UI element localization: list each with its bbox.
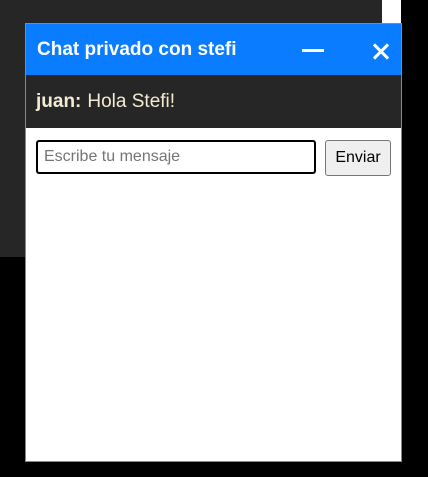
background-strip [382, 0, 401, 24]
close-icon[interactable] [370, 38, 392, 60]
minimize-icon[interactable] [302, 39, 324, 57]
chat-title: Chat privado con stefi [37, 38, 237, 60]
message-input[interactable] [36, 140, 316, 174]
send-button[interactable]: Enviar [325, 140, 391, 176]
message-text: Hola Stefi! [87, 90, 176, 112]
message-list: juan: Hola Stefi! [26, 75, 401, 128]
private-chat-window: Chat privado con stefi juan: Hola Stefi! … [25, 23, 402, 462]
message-author: juan: [36, 90, 82, 112]
chat-header: Chat privado con stefi [26, 24, 401, 75]
compose-area: Enviar [26, 128, 401, 188]
message-item: juan: Hola Stefi! [36, 91, 175, 113]
